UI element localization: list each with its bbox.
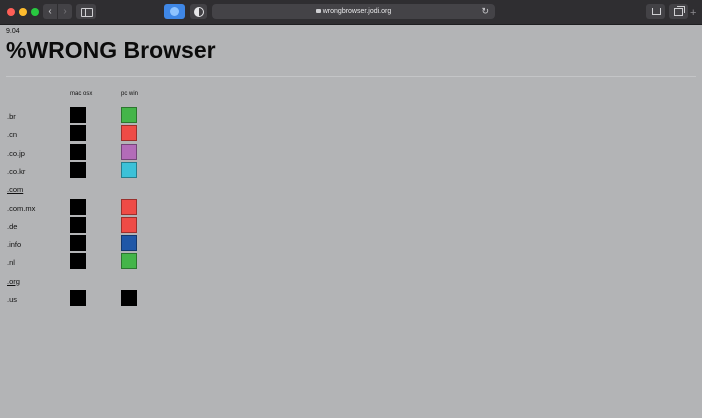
mac-color-square (70, 125, 86, 142)
column-header-pc: pc win (121, 91, 139, 97)
version-label: 9.04 (6, 28, 20, 35)
mac-color-square (70, 198, 86, 215)
globe-icon (170, 7, 179, 16)
domain-label: .co.kr (7, 166, 26, 176)
share-button[interactable] (646, 4, 665, 19)
sidebar-toggle-button[interactable] (76, 4, 96, 19)
horizontal-rule (6, 76, 696, 77)
browser-window: ‹ › wrongbrowser.jodi.org ↻ + 9.04 %WRON… (0, 0, 702, 418)
domain-label: .nl (7, 258, 15, 268)
reload-icon[interactable]: ↻ (481, 4, 489, 19)
mac-color-square (70, 107, 86, 123)
table-row: .co.jp (0, 143, 702, 161)
mac-color-square (70, 143, 86, 160)
back-button[interactable]: ‹ (43, 4, 57, 19)
column-header-mac: mac osx (70, 91, 93, 97)
pc-color-square (121, 216, 137, 233)
chevron-right-icon: › (63, 6, 67, 17)
sidebar-icon (81, 8, 93, 17)
mac-color-square (70, 290, 86, 306)
chevron-left-icon: ‹ (48, 6, 52, 17)
domain-link[interactable]: .com (7, 185, 23, 194)
forward-button[interactable]: › (58, 4, 72, 19)
pc-color-square (121, 107, 137, 123)
table-row: .us (0, 290, 702, 307)
domain-label: .de (7, 221, 18, 231)
web-page: 9.04 %WRONG Browser mac osx pc win .br .c… (0, 25, 702, 418)
pc-color-square (121, 253, 137, 270)
domain-link[interactable]: .org (7, 277, 20, 286)
table-row: .de (0, 216, 702, 234)
domain-label: .info (7, 240, 22, 250)
table-row: .br (0, 107, 702, 124)
table-row: .com (0, 180, 702, 197)
domain-label: .co.jp (7, 148, 25, 158)
tab-overview-button[interactable] (669, 4, 688, 19)
table-row: .cn (0, 125, 702, 142)
address-url: wrongbrowser.jodi.org (322, 8, 392, 15)
zoom-window-button[interactable] (31, 8, 39, 16)
new-tab-button[interactable]: + (690, 8, 696, 19)
mac-color-square (70, 253, 86, 270)
mac-color-square (70, 235, 86, 252)
domain-label: .com.mx (7, 203, 36, 213)
address-bar[interactable]: wrongbrowser.jodi.org ↻ (212, 4, 495, 19)
domain-label: .cn (7, 130, 18, 140)
pc-color-square (121, 143, 137, 160)
table-row: .info (0, 235, 702, 252)
table-row: .co.kr (0, 161, 702, 179)
domain-label: .us (7, 295, 18, 304)
table-row: .org (0, 272, 702, 289)
extension-button-contrast[interactable] (190, 4, 207, 19)
table-row: .com.mx (0, 198, 702, 216)
pc-color-square (121, 235, 137, 252)
browser-toolbar: ‹ › wrongbrowser.jodi.org ↻ + (0, 0, 702, 25)
mac-color-square (70, 161, 86, 178)
close-window-button[interactable] (7, 8, 15, 16)
lock-icon (315, 9, 321, 13)
mac-color-square (70, 216, 86, 233)
table-row: .nl (0, 253, 702, 270)
pc-color-square (121, 198, 137, 215)
share-icon (652, 8, 661, 15)
extension-button-blue[interactable] (164, 4, 185, 19)
page-title: %WRONG Browser (6, 37, 216, 63)
contrast-icon (194, 7, 204, 17)
minimize-window-button[interactable] (19, 8, 27, 16)
pc-color-square (121, 161, 137, 178)
domain-label: .br (7, 112, 16, 121)
pc-color-square (121, 125, 137, 142)
pc-color-square (121, 290, 137, 306)
